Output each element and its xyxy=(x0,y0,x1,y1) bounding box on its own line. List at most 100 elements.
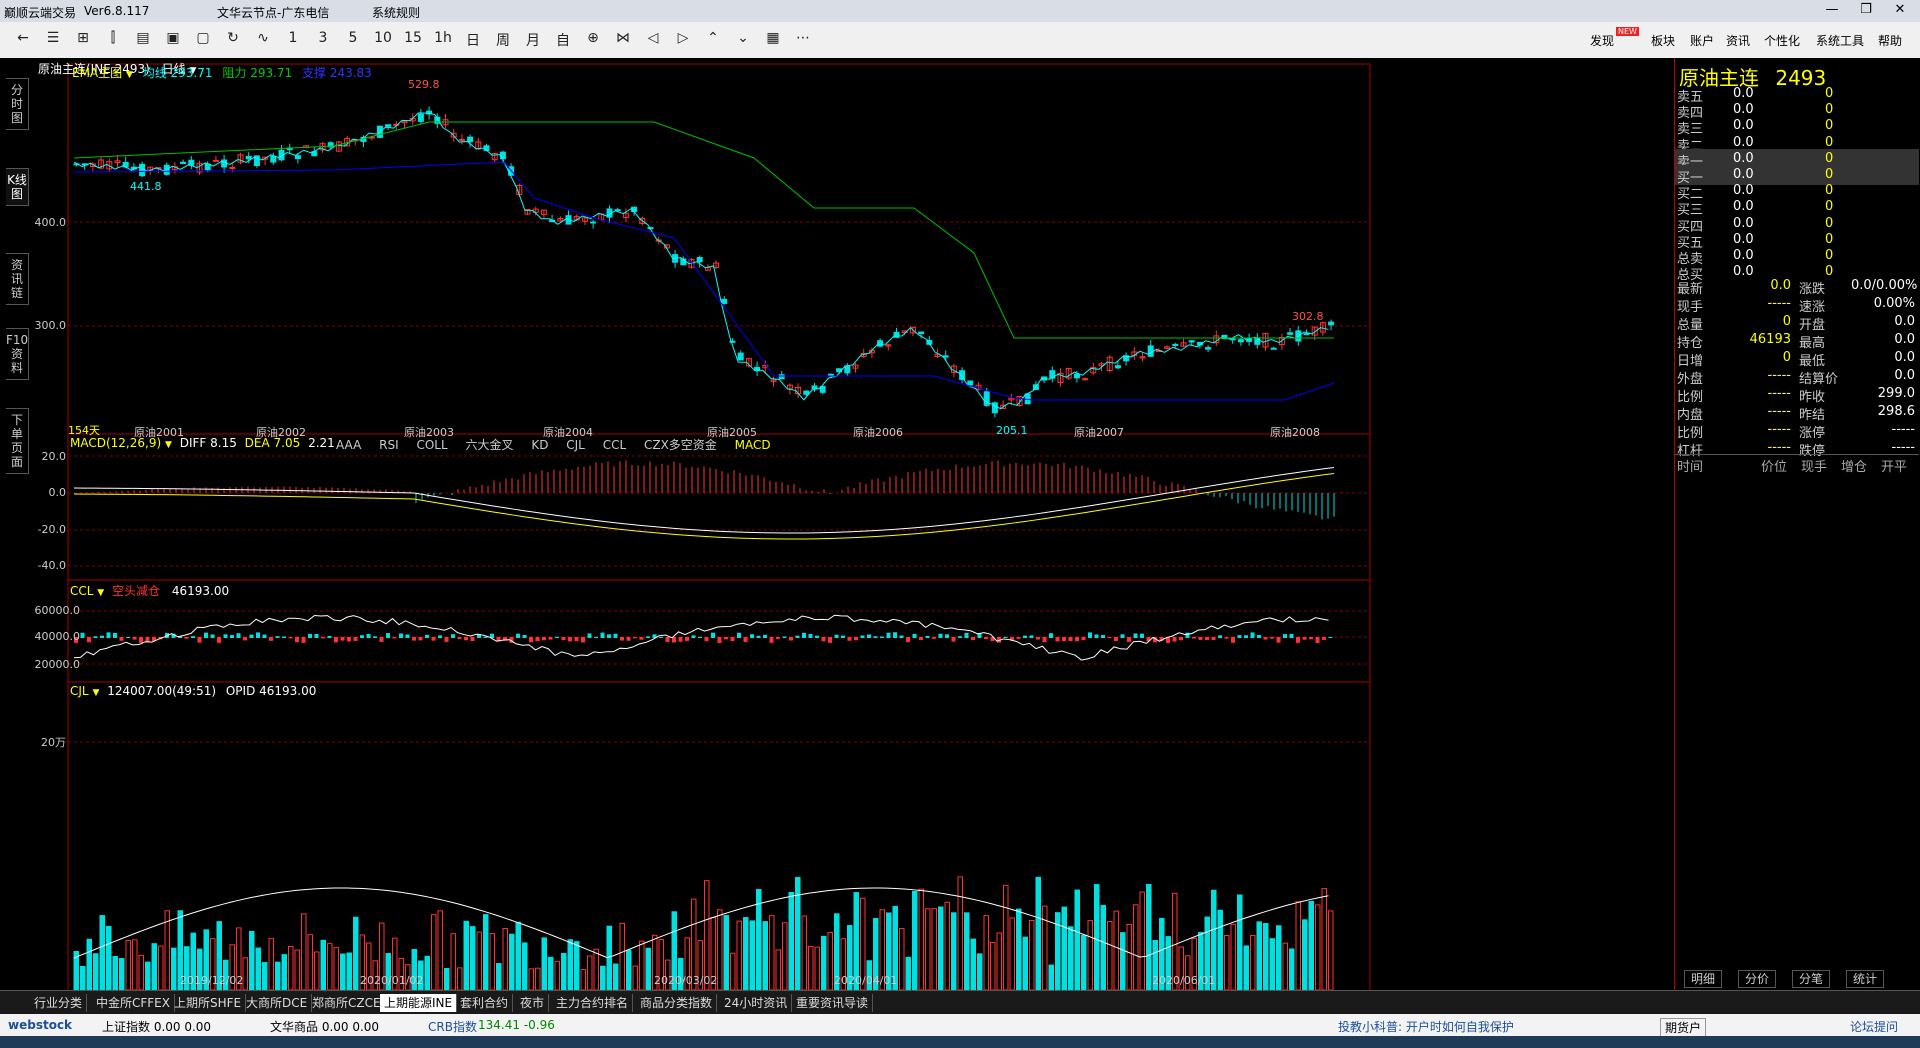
ccl-bar xyxy=(698,636,702,638)
futures-account-button[interactable]: 期货户 xyxy=(1660,1018,1707,1037)
btab-industry[interactable]: 行业分类 xyxy=(30,994,88,1012)
period-week[interactable]: 周 xyxy=(490,30,516,50)
ccl-selector[interactable]: CCL xyxy=(70,584,93,598)
ccl-bar xyxy=(1133,633,1138,638)
macd-diff: DIFF 8.15 xyxy=(179,436,237,450)
chevron-down-icon[interactable]: ▼ xyxy=(97,588,104,598)
ind-tab-ccl[interactable]: CCL xyxy=(603,438,626,452)
f10-icon[interactable]: ▣ xyxy=(160,30,186,50)
chevron-down-icon[interactable]: ▼ xyxy=(165,440,172,450)
chart-area[interactable]: 原油主连(INE 2493) 日线 ▼ EMA主图 ▼ 均线 293.71 阻力… xyxy=(34,58,1674,990)
period-1h[interactable]: 1h xyxy=(430,30,456,50)
tab-order[interactable]: 下单页面 xyxy=(6,408,29,474)
tab-f10[interactable]: F10资料 xyxy=(6,328,29,380)
stat-value: ----- xyxy=(1767,368,1791,383)
book-price: 0.0 xyxy=(1733,118,1754,134)
ind-tab-czx[interactable]: CZX多空资金 xyxy=(644,438,717,452)
period-3[interactable]: 3 xyxy=(310,30,336,50)
ind-tab-rsi[interactable]: RSI xyxy=(379,438,399,452)
minute-icon[interactable]: ⊞ xyxy=(70,30,96,50)
menu-account[interactable]: 账户 xyxy=(1690,32,1714,49)
forum-button[interactable]: 论坛提问 xyxy=(1850,1018,1898,1035)
period-1[interactable]: 1 xyxy=(280,30,306,50)
btab-shfe[interactable]: 上期所SHFE xyxy=(170,994,247,1012)
back-icon[interactable]: ← xyxy=(10,30,36,50)
compress-icon[interactable]: ⋈ xyxy=(610,30,636,50)
save-icon[interactable]: ▢ xyxy=(190,30,216,50)
ccl-bar xyxy=(1127,637,1131,642)
ind-tab-macd[interactable]: MACD xyxy=(735,438,771,452)
server-node[interactable]: 文华云节点-广东电信 xyxy=(217,4,329,21)
chart-svg[interactable] xyxy=(34,58,1674,990)
menu-help[interactable]: 帮助 xyxy=(1878,32,1902,49)
low-mark-mid: 205.1 xyxy=(996,424,1028,437)
tab-price[interactable]: 分价 xyxy=(1738,970,1777,988)
btab-night[interactable]: 夜市 xyxy=(516,994,550,1012)
chevron-down-icon[interactable]: ▼ xyxy=(92,688,99,698)
menu-personalize[interactable]: 个性化 xyxy=(1764,32,1800,49)
ind-tab-golden[interactable]: 六大金叉 xyxy=(465,438,513,452)
tab-news-chain[interactable]: 资讯链 xyxy=(6,253,29,305)
down-arrow-icon[interactable]: ⌄ xyxy=(730,30,756,50)
tab-minute[interactable]: 分时图 xyxy=(6,78,29,130)
tab-stats[interactable]: 统计 xyxy=(1846,970,1885,988)
menu-sector[interactable]: 板块 xyxy=(1651,32,1675,49)
ind-tab-cjl[interactable]: CJL xyxy=(566,438,585,452)
tab-kline[interactable]: K线图 xyxy=(6,168,29,206)
app-title: 巅顺云端交易 xyxy=(4,6,77,20)
volume-bar xyxy=(1035,876,1041,990)
ema-selector[interactable]: EMA主图 xyxy=(72,66,122,80)
ind-tab-aaa[interactable]: AAA xyxy=(336,438,361,452)
btab-czce[interactable]: 郑商所CZCE xyxy=(308,994,386,1012)
volume-bar xyxy=(619,922,625,990)
period-month[interactable]: 月 xyxy=(520,30,546,50)
ind-tab-kd[interactable]: KD xyxy=(531,438,548,452)
chevron-down-icon[interactable]: ▼ xyxy=(126,70,133,80)
menu-system-tools[interactable]: 系统工具 xyxy=(1816,32,1864,49)
left-arrow-icon[interactable]: ◁ xyxy=(640,30,666,50)
volume-bar xyxy=(457,967,463,990)
candle-body xyxy=(1328,321,1335,326)
ccl-bar xyxy=(529,637,533,643)
candle-icon[interactable]: ⫿ xyxy=(100,30,126,50)
btab-dce[interactable]: 大商所DCE xyxy=(242,994,313,1012)
volume-bar xyxy=(275,961,281,990)
draw-icon[interactable]: ∿ xyxy=(250,30,276,50)
btab-arb[interactable]: 套利合约 xyxy=(456,994,514,1012)
menu-discover[interactable]: 发现 xyxy=(1590,32,1614,49)
menu-news[interactable]: 资讯 xyxy=(1726,32,1750,49)
cjl-selector[interactable]: CJL xyxy=(70,684,89,698)
right-arrow-icon[interactable]: ▷ xyxy=(670,30,696,50)
period-5[interactable]: 5 xyxy=(340,30,366,50)
info-icon[interactable]: ▤ xyxy=(130,30,156,50)
tab-detail[interactable]: 明细 xyxy=(1684,970,1723,988)
btab-24h[interactable]: 24小时资讯 xyxy=(720,994,793,1012)
btab-important[interactable]: 重要资讯导读 xyxy=(792,994,874,1012)
ccl-bar xyxy=(327,636,332,638)
ccl-bar xyxy=(204,632,208,638)
period-15[interactable]: 15 xyxy=(400,30,426,50)
close-icon[interactable]: ✕ xyxy=(1880,2,1920,20)
layout-icon[interactable]: ▦ xyxy=(760,30,786,50)
period-10[interactable]: 10 xyxy=(370,30,396,50)
support-value: 支撑 243.83 xyxy=(302,66,372,80)
tab-ticks[interactable]: 分笔 xyxy=(1792,970,1831,988)
up-arrow-icon[interactable]: ⌃ xyxy=(700,30,726,50)
macd-selector[interactable]: MACD(12,26,9) xyxy=(70,436,161,450)
contract-marker: 原油2006 xyxy=(853,426,903,439)
period-custom[interactable]: 自 xyxy=(550,30,576,50)
system-menu[interactable]: 系统规则 xyxy=(372,4,420,21)
list-icon[interactable]: ☰ xyxy=(40,30,66,50)
ind-tab-coll[interactable]: COLL xyxy=(416,438,447,452)
more-icon[interactable]: ⋯ xyxy=(790,30,816,50)
volume-bar xyxy=(145,961,151,990)
zoom-icon[interactable]: ⊕ xyxy=(580,30,606,50)
btab-rank[interactable]: 主力合约排名 xyxy=(552,994,634,1012)
btab-ine[interactable]: 上期能源INE xyxy=(380,994,458,1012)
btab-index[interactable]: 商品分类指数 xyxy=(636,994,718,1012)
refresh-icon[interactable]: ↻ xyxy=(220,30,246,50)
period-day[interactable]: 日 xyxy=(460,30,486,50)
btab-cffex[interactable]: 中金所CFFEX xyxy=(92,994,175,1012)
ccl-bar xyxy=(1244,635,1248,638)
status-tip[interactable]: 投教小科普: 开户时如何自我保护 xyxy=(1338,1018,1514,1035)
